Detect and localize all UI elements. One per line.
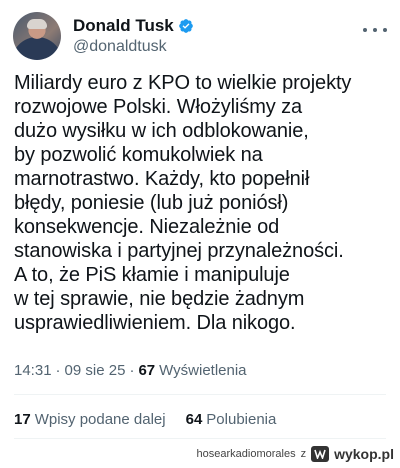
views-count: 67 bbox=[138, 362, 156, 379]
avatar[interactable] bbox=[13, 12, 61, 60]
views-label: Wyświetlenia bbox=[159, 362, 247, 379]
divider bbox=[14, 438, 386, 439]
likes-stat[interactable]: 64 Polubienia bbox=[186, 411, 277, 428]
more-options-icon[interactable] bbox=[363, 20, 387, 40]
engagement-stats: 17 Wpisy podane dalej 64 Polubienia bbox=[14, 411, 296, 428]
tweet-time[interactable]: 14:31 bbox=[14, 362, 52, 379]
watermark: hosearkadiomorales z wykop.pl bbox=[197, 444, 394, 464]
user-handle[interactable]: @donaldtusk bbox=[73, 38, 194, 56]
tweet-header: Donald Tusk @donaldtusk bbox=[13, 12, 387, 62]
display-name[interactable]: Donald Tusk bbox=[73, 16, 174, 36]
tweet-meta: 14:31 · 09 sie 25 · 67 Wyświetlenia bbox=[14, 362, 247, 379]
likes-count: 64 bbox=[185, 411, 203, 428]
meta-separator: · bbox=[55, 362, 61, 379]
reposts-count: 17 bbox=[14, 411, 31, 428]
wykop-logo-icon bbox=[311, 446, 330, 462]
watermark-user: hosearkadiomorales bbox=[196, 448, 296, 460]
likes-label: Polubienia bbox=[206, 411, 277, 428]
watermark-z: z bbox=[300, 448, 307, 460]
reposts-stat[interactable]: 17 Wpisy podane dalej bbox=[14, 411, 166, 428]
meta-separator: · bbox=[129, 362, 135, 379]
tweet-date[interactable]: 09 sie 25 bbox=[65, 362, 126, 379]
tweet-text: Miliardy euro z KPO to wielkie projekty … bbox=[14, 72, 352, 334]
verified-badge-icon bbox=[178, 19, 193, 33]
divider bbox=[14, 394, 386, 395]
reposts-label: Wpisy podane dalej bbox=[34, 411, 166, 428]
watermark-site: wykop.pl bbox=[334, 446, 394, 462]
display-name-row: Donald Tusk bbox=[73, 15, 194, 37]
author-names: Donald Tusk @donaldtusk bbox=[73, 15, 194, 56]
